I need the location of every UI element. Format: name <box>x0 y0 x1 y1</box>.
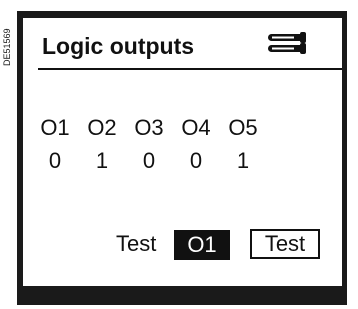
output-o2: O2 1 <box>83 115 121 174</box>
output-value: 0 <box>189 148 203 173</box>
output-o5: O5 1 <box>224 115 262 174</box>
output-o1: O1 0 <box>36 115 74 174</box>
output-label: O5 <box>228 115 258 140</box>
output-o4: O4 0 <box>177 115 215 174</box>
output-value: 1 <box>236 148 250 173</box>
output-label: O4 <box>181 115 211 140</box>
output-label: O1 <box>40 115 70 140</box>
output-label: O3 <box>134 115 164 140</box>
keys-icon <box>268 32 306 54</box>
output-value: 0 <box>142 148 156 173</box>
test-label: Test <box>116 231 157 256</box>
output-o3: O3 0 <box>130 115 168 174</box>
test-button[interactable]: Test <box>250 229 320 259</box>
title-divider <box>38 68 342 70</box>
display-screen: Logic outputs O1 0 O2 1 O3 0 O4 0 O5 1 T… <box>23 18 342 286</box>
output-selector[interactable]: O1 <box>174 230 230 260</box>
screen-title: Logic outputs <box>42 33 195 59</box>
output-label: O2 <box>87 115 117 140</box>
output-value: 0 <box>48 148 62 173</box>
output-value: 1 <box>95 148 109 173</box>
document-reference: DE51569 <box>2 28 12 66</box>
